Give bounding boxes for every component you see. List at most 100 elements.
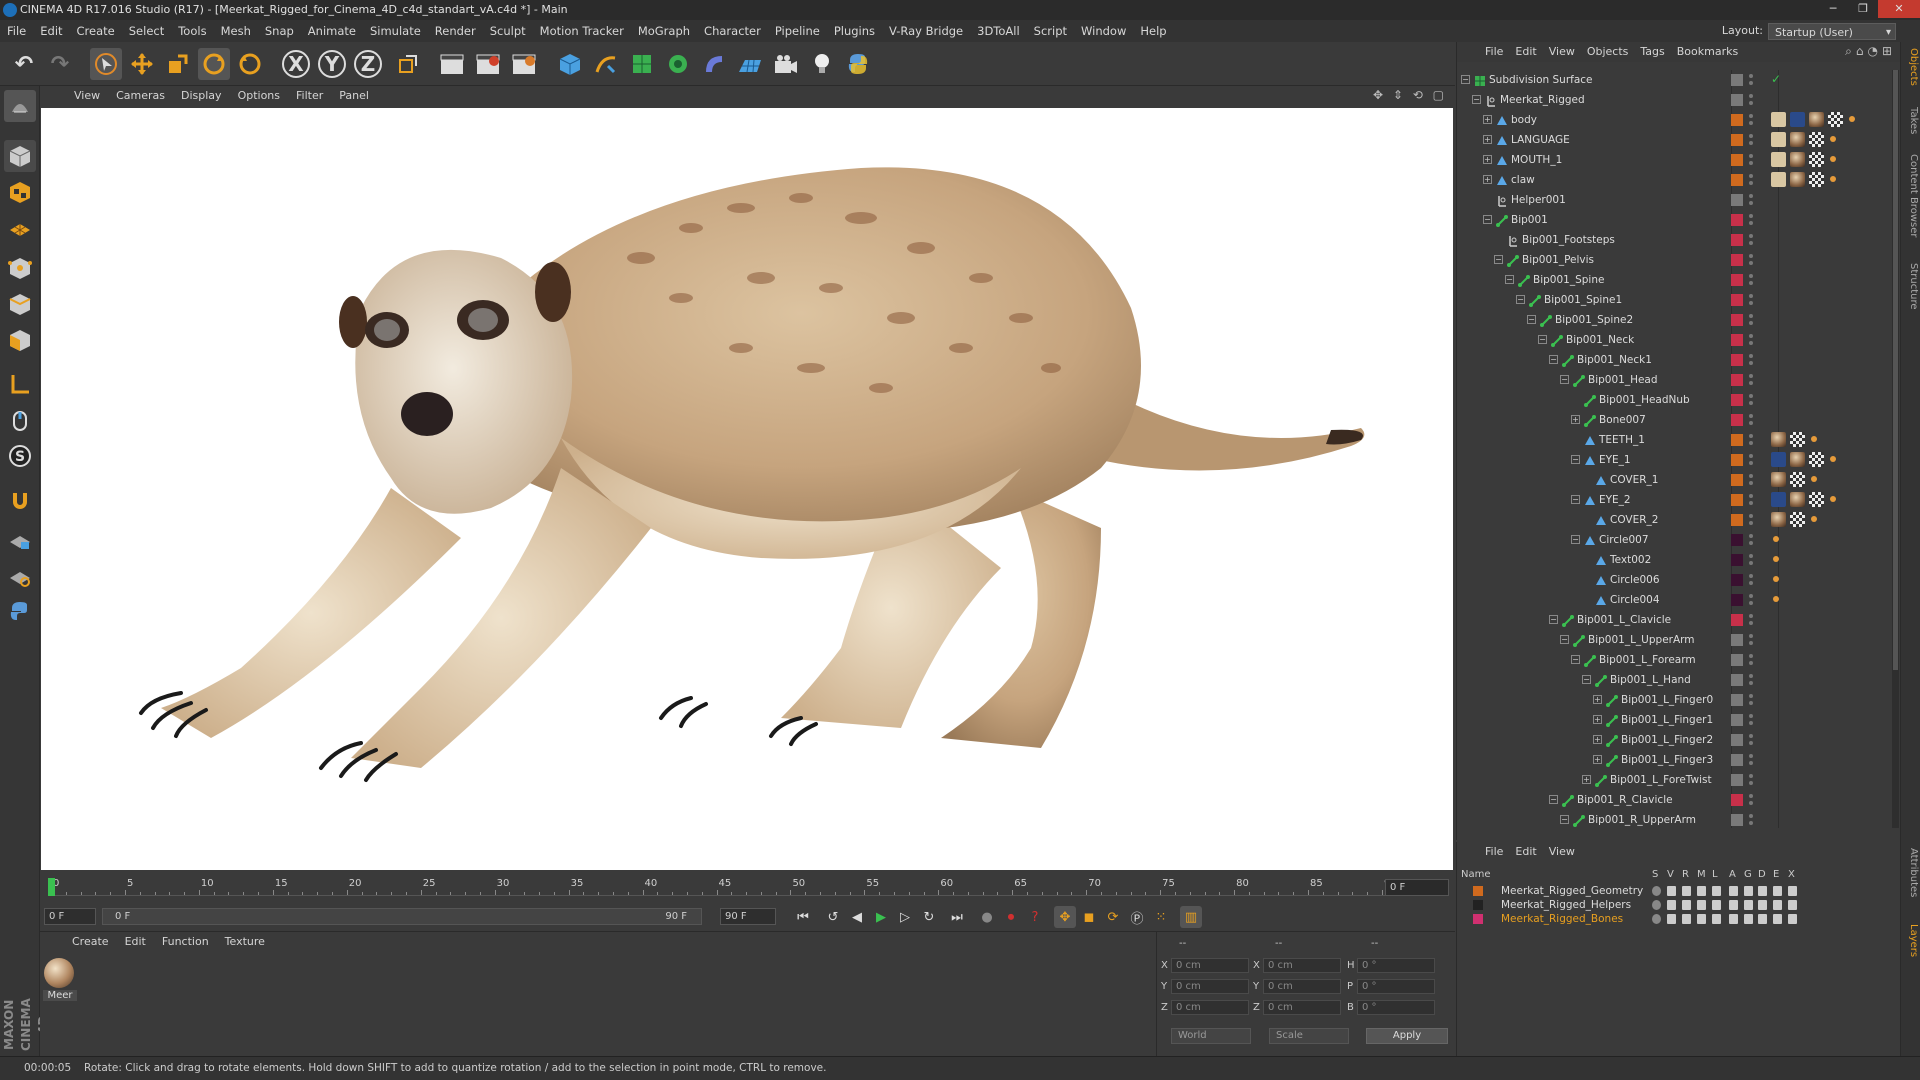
move-tool[interactable] bbox=[126, 48, 158, 80]
chk-tag-icon[interactable] bbox=[1790, 512, 1805, 527]
object-row[interactable]: Circle004 bbox=[1457, 590, 1893, 610]
solo-button[interactable] bbox=[4, 560, 36, 592]
layer-color-swatch[interactable] bbox=[1731, 354, 1743, 366]
apply-button[interactable]: Apply bbox=[1366, 1028, 1448, 1044]
layer-color-swatch[interactable] bbox=[1731, 414, 1743, 426]
expand-toggle-icon[interactable]: − bbox=[1483, 215, 1492, 224]
menu-file[interactable]: File bbox=[0, 20, 33, 42]
layer-toggle-icon[interactable] bbox=[1729, 886, 1738, 896]
new-window-icon[interactable]: ⊞ bbox=[1882, 44, 1896, 58]
search-icon[interactable]: ⌕ bbox=[1845, 44, 1856, 58]
bone-tag-icon[interactable] bbox=[1771, 172, 1786, 187]
menu-window[interactable]: Window bbox=[1074, 20, 1133, 42]
check-tag-icon[interactable]: ✓ bbox=[1771, 72, 1783, 87]
visibility-dots-icon[interactable] bbox=[1749, 633, 1753, 647]
layer-toggle-icon[interactable] bbox=[1712, 886, 1721, 896]
material-menu-texture[interactable]: Texture bbox=[217, 932, 273, 952]
expand-toggle-icon[interactable]: + bbox=[1593, 735, 1602, 744]
expand-toggle-icon[interactable]: − bbox=[1516, 295, 1525, 304]
layer-toggle-icon[interactable] bbox=[1682, 886, 1691, 896]
viewport-menu-options[interactable]: Options bbox=[230, 86, 288, 106]
object-row[interactable]: − Bip001_R_UpperArm bbox=[1457, 810, 1893, 828]
visibility-dots-icon[interactable] bbox=[1749, 233, 1753, 247]
expand-toggle-icon[interactable]: + bbox=[1593, 755, 1602, 764]
coordinate-system-button[interactable] bbox=[392, 48, 424, 80]
bone-tag-icon[interactable] bbox=[1771, 132, 1786, 147]
object-row[interactable]: Circle006 bbox=[1457, 570, 1893, 590]
z-axis-lock[interactable]: Z bbox=[354, 50, 382, 78]
object-row[interactable]: − Meerkat_Rigged bbox=[1457, 90, 1893, 110]
layer-color-swatch[interactable] bbox=[1731, 554, 1743, 566]
keyframe-selection-button[interactable]: ? bbox=[1024, 906, 1046, 928]
layer-column-header[interactable]: A bbox=[1729, 868, 1736, 882]
prev-key-button[interactable]: ↺ bbox=[822, 906, 844, 928]
menu-tools[interactable]: Tools bbox=[171, 20, 213, 42]
playhead[interactable] bbox=[48, 878, 55, 896]
expand-toggle-icon[interactable]: + bbox=[1593, 715, 1602, 724]
expand-toggle-icon[interactable]: − bbox=[1549, 355, 1558, 364]
layer-color-swatch[interactable] bbox=[1731, 694, 1743, 706]
layer-color-swatch[interactable] bbox=[1731, 174, 1743, 186]
object-menu-objects[interactable]: Objects bbox=[1581, 42, 1635, 62]
object-menu-edit[interactable]: Edit bbox=[1509, 42, 1542, 62]
python-script-button[interactable] bbox=[4, 596, 36, 628]
expand-toggle-icon[interactable]: − bbox=[1571, 495, 1580, 504]
object-row[interactable]: − Bip001 bbox=[1457, 210, 1893, 230]
ik-tag-icon[interactable] bbox=[1771, 452, 1786, 467]
side-tab-structure[interactable]: Structure bbox=[1903, 263, 1919, 310]
expand-toggle-icon[interactable]: − bbox=[1505, 275, 1514, 284]
menu-render[interactable]: Render bbox=[428, 20, 483, 42]
visibility-dots-icon[interactable] bbox=[1749, 273, 1753, 287]
timeline-button[interactable]: ▥ bbox=[1180, 906, 1202, 928]
bone-tag-icon[interactable] bbox=[1771, 152, 1786, 167]
make-editable-button[interactable] bbox=[4, 90, 36, 122]
menu-snap[interactable]: Snap bbox=[258, 20, 301, 42]
mat-tag-icon[interactable] bbox=[1790, 172, 1805, 187]
visibility-dots-icon[interactable] bbox=[1749, 413, 1753, 427]
layer-color-swatch[interactable] bbox=[1731, 194, 1743, 206]
layer-color-swatch[interactable] bbox=[1731, 134, 1743, 146]
dot-tag-icon[interactable] bbox=[1828, 492, 1838, 507]
viewport-menu-display[interactable]: Display bbox=[173, 86, 230, 106]
expand-toggle-icon[interactable]: − bbox=[1571, 535, 1580, 544]
menu-sculpt[interactable]: Sculpt bbox=[483, 20, 533, 42]
close-button[interactable]: ✕ bbox=[1878, 0, 1920, 18]
object-row[interactable]: − Bip001_Spine bbox=[1457, 270, 1893, 290]
object-manager-tools[interactable]: ⌕⌂◔⊞ bbox=[1845, 44, 1896, 59]
layer-color-swatch[interactable] bbox=[1731, 434, 1743, 446]
layer-toggle-icon[interactable] bbox=[1744, 886, 1753, 896]
goto-start-button[interactable]: ⏮ bbox=[792, 906, 814, 928]
maximize-button[interactable]: ❐ bbox=[1848, 0, 1878, 18]
object-tree-scrollbar[interactable] bbox=[1892, 70, 1899, 828]
layer-toggle-icon[interactable] bbox=[1712, 914, 1721, 924]
subdivision-surface-button[interactable] bbox=[626, 48, 658, 80]
expand-toggle-icon[interactable]: + bbox=[1483, 115, 1492, 124]
visibility-dots-icon[interactable] bbox=[1749, 393, 1753, 407]
bone-tag-icon[interactable] bbox=[1771, 112, 1786, 127]
chk-tag-icon[interactable] bbox=[1790, 432, 1805, 447]
object-row[interactable]: + body bbox=[1457, 110, 1893, 130]
expand-toggle-icon[interactable]: − bbox=[1571, 455, 1580, 464]
object-row[interactable]: + Bip001_L_Finger1 bbox=[1457, 710, 1893, 730]
model-mode-button[interactable] bbox=[4, 140, 36, 172]
visibility-dots-icon[interactable] bbox=[1749, 213, 1753, 227]
menu-plugins[interactable]: Plugins bbox=[827, 20, 882, 42]
object-row[interactable]: + LANGUAGE bbox=[1457, 130, 1893, 150]
start-frame-field[interactable]: 0 F bbox=[44, 908, 96, 925]
autokey-button[interactable]: ⏺ bbox=[1000, 906, 1022, 928]
material-menu-function[interactable]: Function bbox=[154, 932, 217, 952]
layer-color-swatch[interactable] bbox=[1731, 294, 1743, 306]
current-frame-field[interactable]: 0 F bbox=[1385, 879, 1449, 896]
object-row[interactable]: + MOUTH_1 bbox=[1457, 150, 1893, 170]
dot-tag-icon[interactable] bbox=[1828, 452, 1838, 467]
viewport-menu-cameras[interactable]: Cameras bbox=[108, 86, 173, 106]
side-tab-layers[interactable]: Layers bbox=[1903, 924, 1919, 957]
coord-value-field[interactable]: 0 cm bbox=[1171, 979, 1249, 994]
tweak-mode-button[interactable] bbox=[4, 404, 36, 436]
layer-toggle-icon[interactable] bbox=[1744, 914, 1753, 924]
visibility-dots-icon[interactable] bbox=[1749, 513, 1753, 527]
layer-color-swatch[interactable] bbox=[1731, 334, 1743, 346]
layer-toggle-icon[interactable] bbox=[1667, 914, 1676, 924]
object-row[interactable]: − Subdivision Surface ✓ bbox=[1457, 70, 1893, 90]
visibility-dots-icon[interactable] bbox=[1749, 373, 1753, 387]
